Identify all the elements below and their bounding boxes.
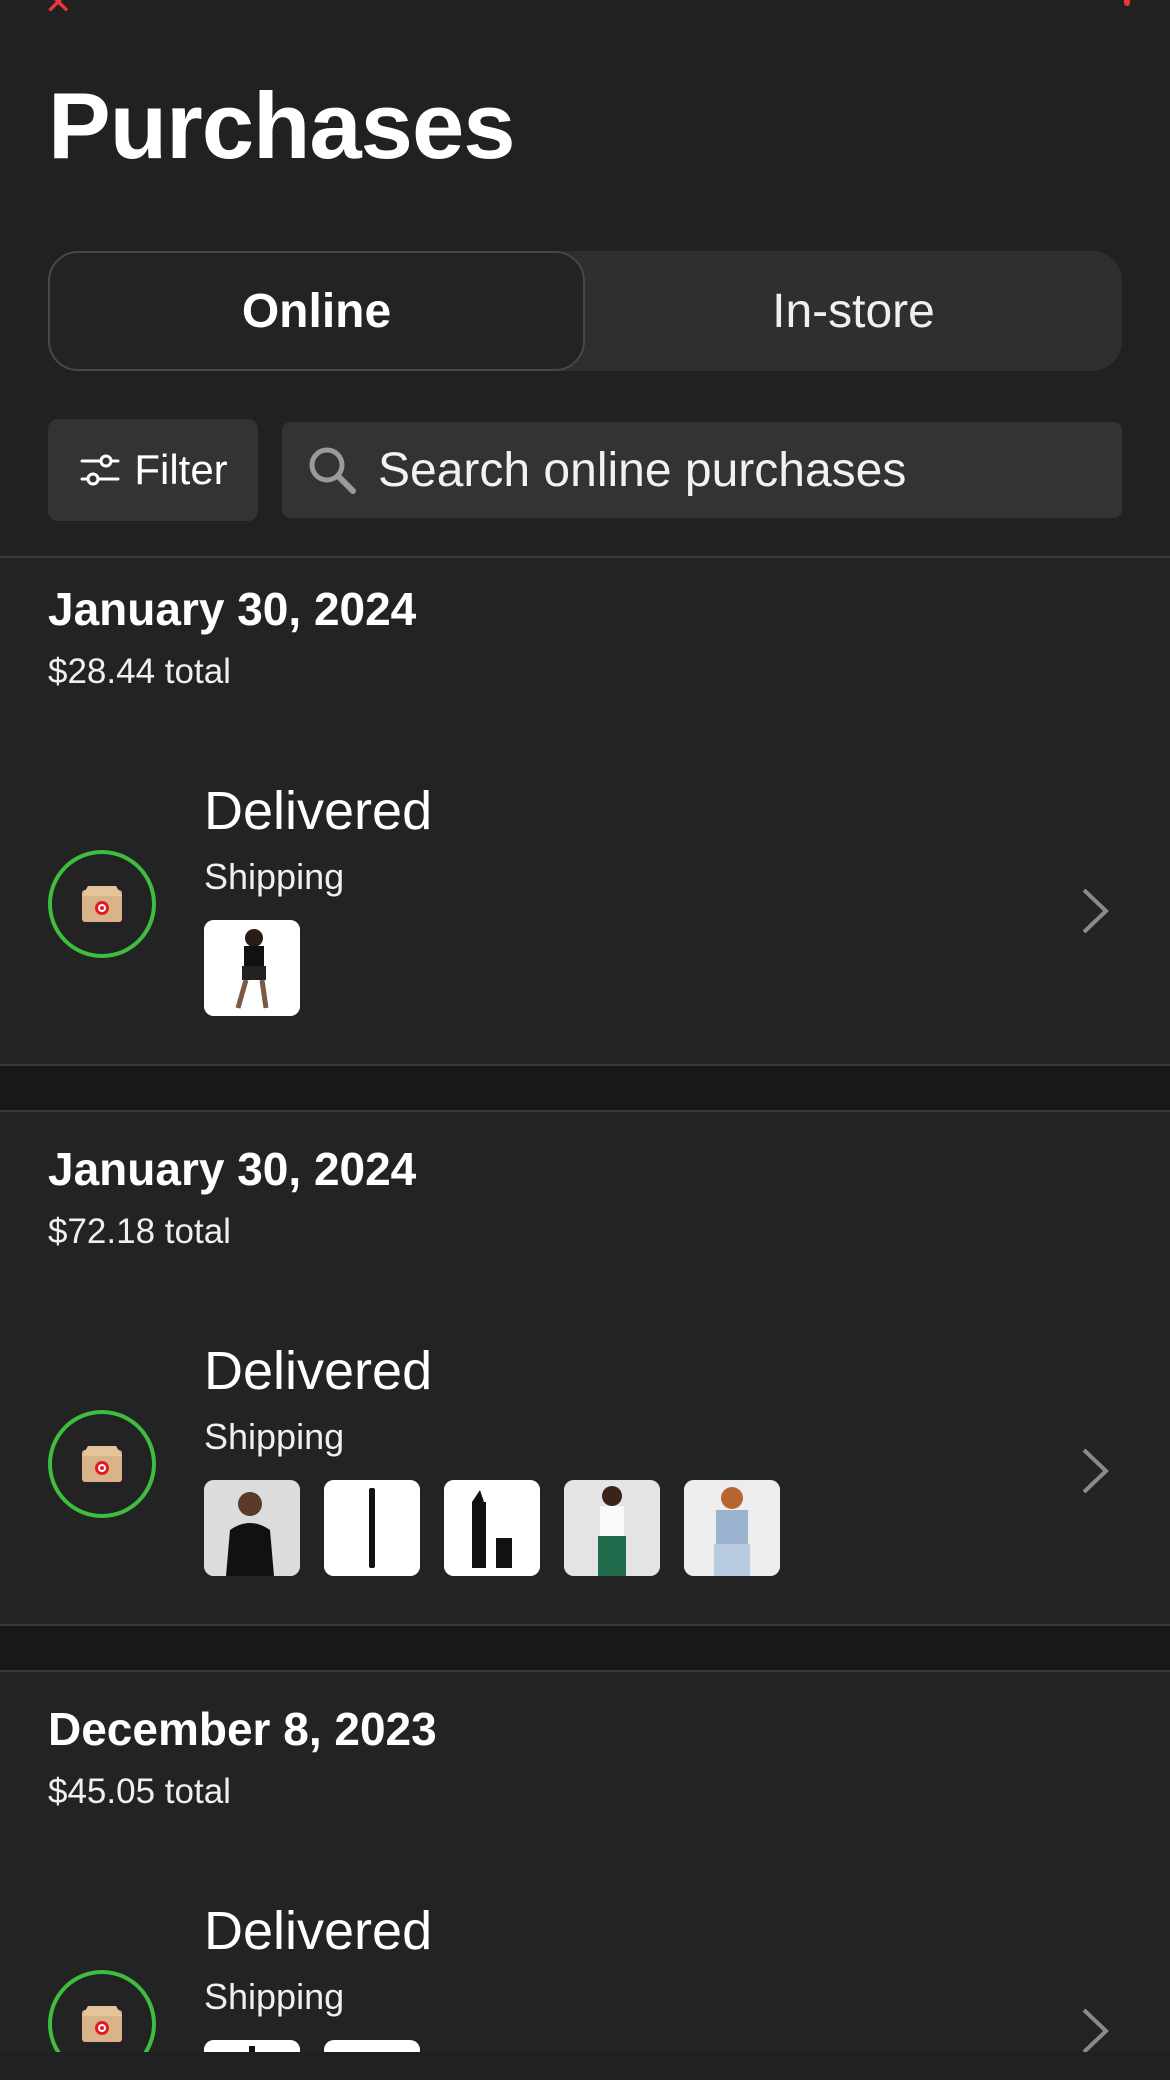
product-thumbnail — [324, 2040, 420, 2052]
fulfillment-method: Shipping — [204, 856, 345, 897]
page-title: Purchases — [48, 73, 516, 178]
filter-sliders-icon — [80, 454, 120, 486]
package-status-icon — [48, 1410, 156, 1518]
box-icon — [82, 1446, 122, 1482]
chevron-right-icon — [1082, 2008, 1109, 2052]
search-input[interactable] — [378, 442, 1122, 498]
order-card[interactable]: January 30, 2024 $72.18 total Delivered … — [0, 1112, 1170, 1624]
order-card[interactable]: January 30, 2024 $28.44 total Delivered … — [0, 558, 1170, 1064]
tab-online[interactable]: Online — [48, 251, 585, 371]
more-icon[interactable] — [1124, 0, 1130, 6]
package-status-icon — [48, 1970, 156, 2052]
product-thumbnail — [684, 1480, 780, 1576]
box-icon — [82, 2006, 122, 2042]
order-card[interactable]: December 8, 2023 $45.05 total Delivered … — [0, 1672, 1170, 2052]
package-status-icon — [48, 850, 156, 958]
order-date: January 30, 2024 — [48, 583, 417, 635]
order-date: January 30, 2024 — [48, 1143, 417, 1195]
product-thumbnail — [204, 920, 300, 1016]
product-thumbnail — [564, 1480, 660, 1576]
close-icon[interactable]: ✕ — [44, 0, 73, 20]
order-total: $72.18 total — [48, 1212, 231, 1251]
search-icon — [309, 447, 356, 494]
order-status: Delivered — [204, 781, 433, 841]
product-thumbnail — [324, 1480, 420, 1576]
chevron-right-icon — [1082, 1448, 1109, 1494]
fulfillment-method: Shipping — [204, 1416, 345, 1457]
order-status: Delivered — [204, 1341, 433, 1401]
product-thumbnail — [204, 1480, 300, 1576]
divider — [0, 1624, 1170, 1672]
box-icon — [82, 886, 122, 922]
divider — [0, 1064, 1170, 1112]
order-status: Delivered — [204, 1901, 433, 1961]
chevron-right-icon — [1082, 888, 1109, 934]
fulfillment-method: Shipping — [204, 1976, 345, 2017]
filter-button[interactable]: Filter — [48, 419, 258, 521]
order-date: December 8, 2023 — [48, 1703, 437, 1755]
product-thumbnail — [204, 2040, 300, 2052]
product-thumbnail — [444, 1480, 540, 1576]
filter-label: Filter — [134, 446, 228, 493]
order-total: $45.05 total — [48, 1772, 231, 1811]
search-bar — [282, 422, 1122, 518]
purchase-type-toggle: Online In-store — [48, 251, 1122, 371]
bottom-edge — [0, 2052, 1170, 2080]
top-bar: ✕ — [0, 0, 1170, 20]
order-total: $28.44 total — [48, 652, 231, 691]
tab-in-store[interactable]: In-store — [585, 251, 1122, 371]
